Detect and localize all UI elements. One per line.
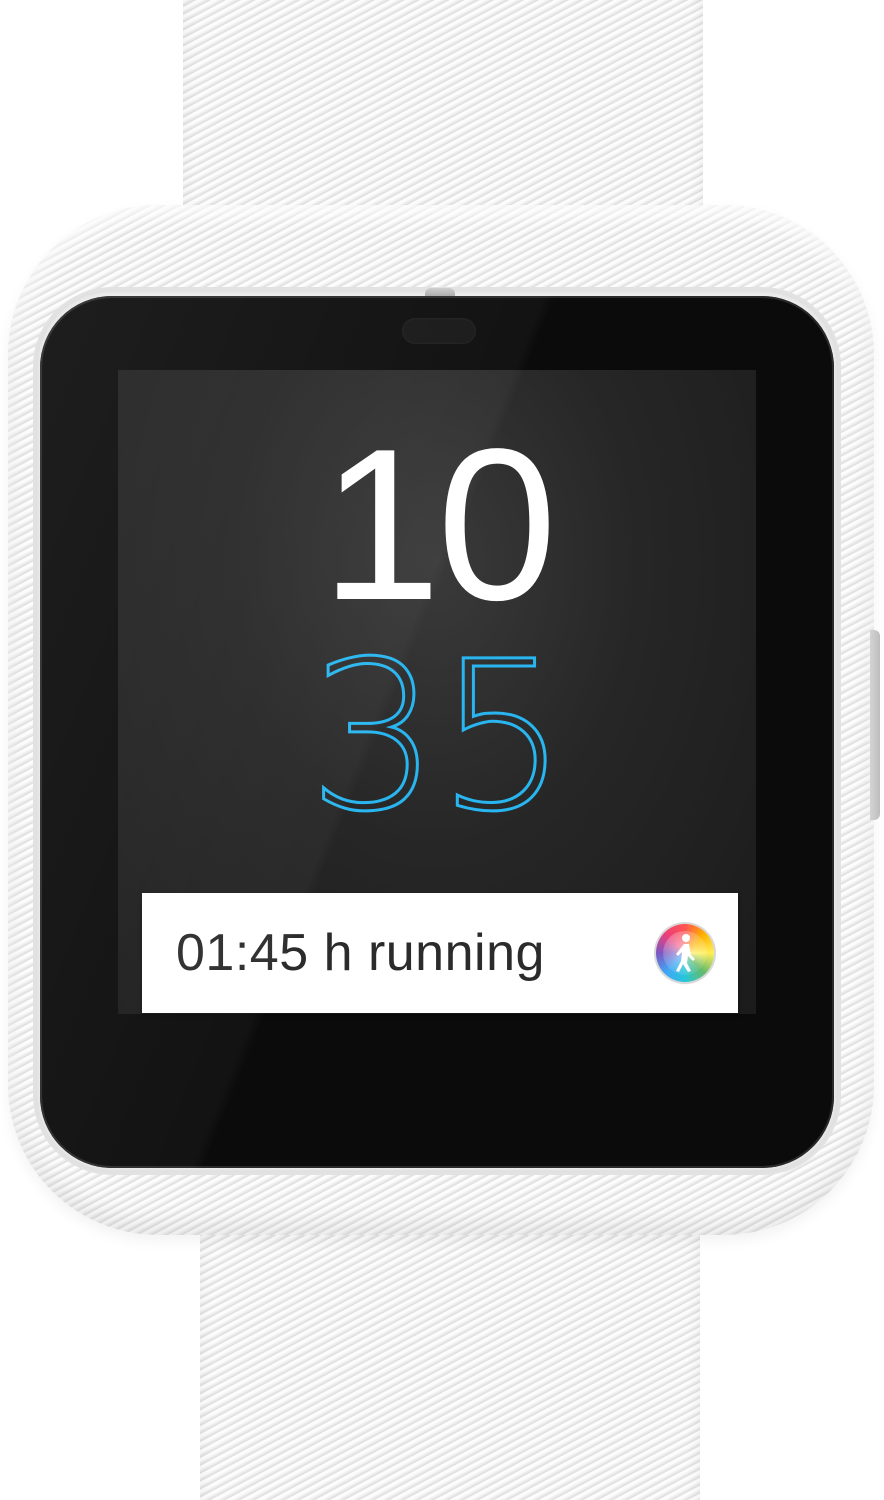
clock-minutes: 35 — [306, 617, 569, 857]
watch-face[interactable]: 10 35 01:45 h running — [118, 370, 756, 1014]
watch-screen-glass: 10 35 01:45 h running — [40, 296, 834, 1168]
clock-hours: 10 — [320, 403, 557, 645]
activity-app-icon — [656, 924, 714, 982]
side-power-button[interactable] — [870, 630, 880, 820]
product-photo: 10 35 01:45 h running — [0, 0, 884, 1500]
notification-text: 01:45 h running — [176, 924, 545, 982]
ambient-light-sensor — [402, 318, 476, 344]
notification-card[interactable]: 01:45 h running — [142, 893, 738, 1013]
walking-person-icon — [676, 934, 695, 972]
